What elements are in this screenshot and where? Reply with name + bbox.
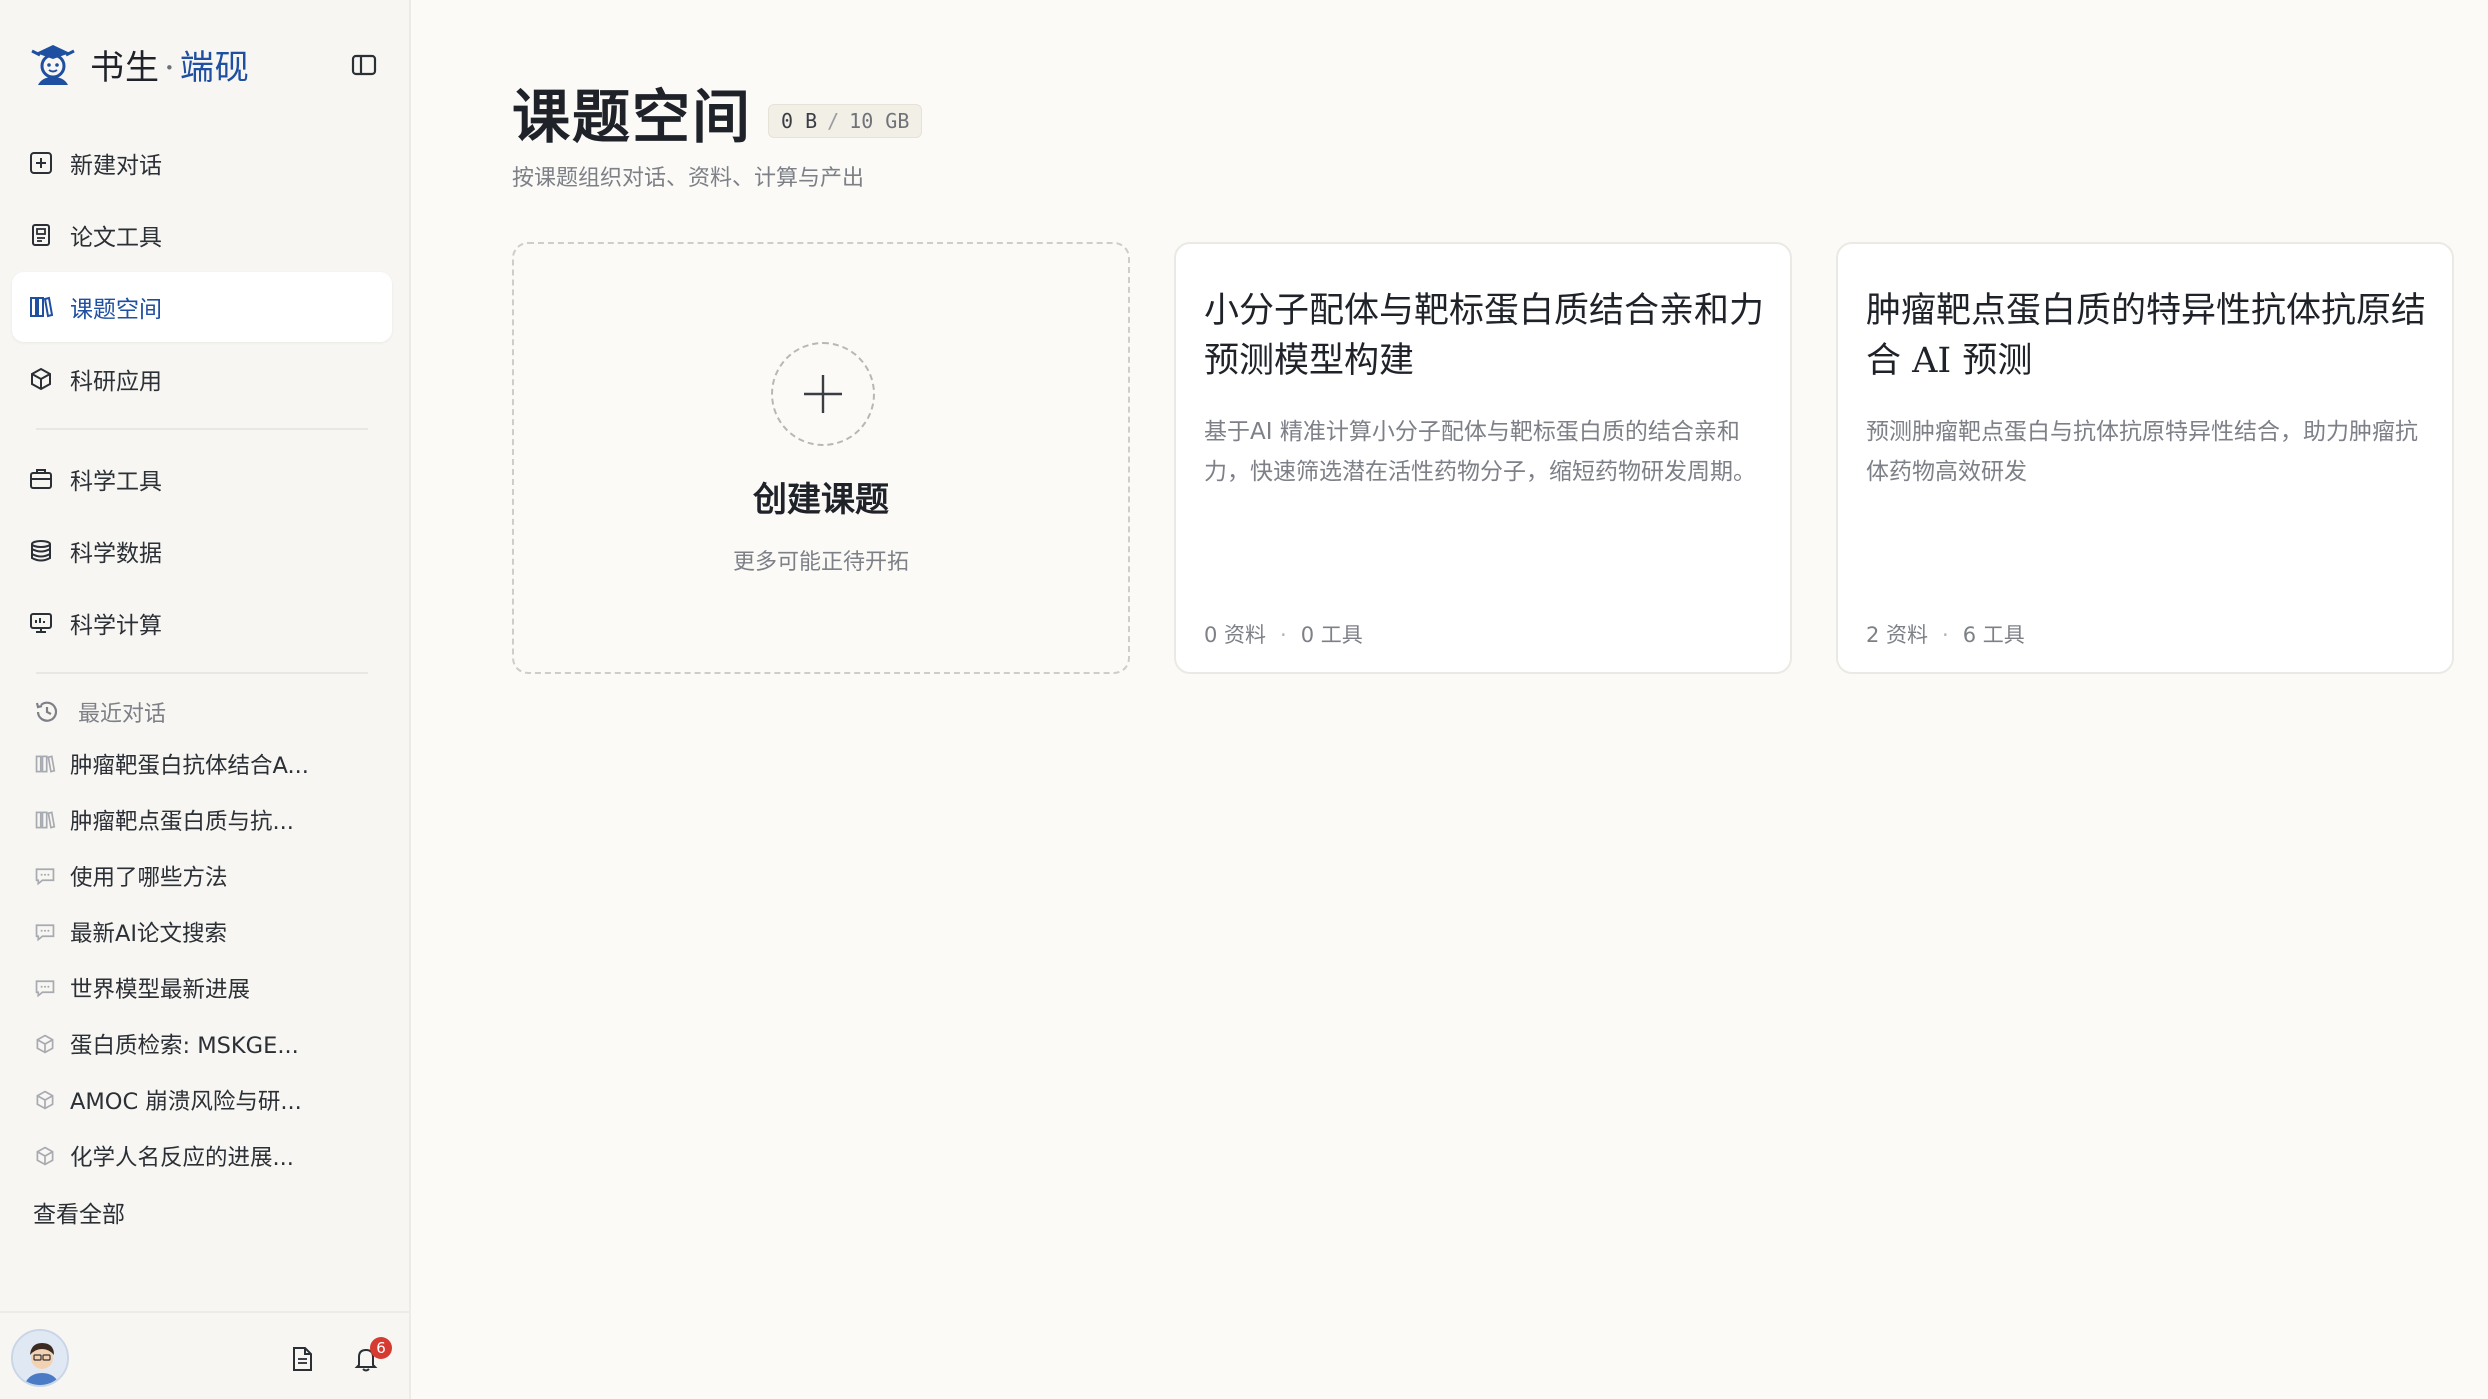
brand-accent: 端砚 bbox=[179, 47, 250, 88]
nav-label: 课题空间 bbox=[70, 297, 162, 323]
nav-science-compute[interactable]: 科学计算 bbox=[12, 588, 392, 658]
notifications-button[interactable]: 6 bbox=[346, 1337, 392, 1379]
recent-chat-item[interactable]: 化学人名反应的进展... bbox=[12, 1128, 392, 1184]
brand-main: 书生 bbox=[90, 47, 160, 88]
create-project-subtitle: 更多可能正待开拓 bbox=[732, 550, 909, 575]
history-icon bbox=[32, 697, 62, 727]
user-avatar[interactable] bbox=[11, 1329, 69, 1387]
toolbox-icon bbox=[26, 464, 56, 494]
cube-icon bbox=[32, 1087, 58, 1113]
recent-chat-label: AMOC 崩溃风险与研... bbox=[70, 1089, 302, 1115]
books-icon bbox=[32, 751, 58, 777]
database-icon bbox=[26, 536, 56, 566]
file-icon bbox=[293, 1347, 312, 1371]
nav-new-chat[interactable]: 新建对话 bbox=[12, 128, 392, 198]
meta-dot: · bbox=[1942, 623, 1949, 647]
plus-icon bbox=[804, 375, 842, 413]
notification-badge: 6 bbox=[370, 1337, 392, 1359]
docs-button[interactable] bbox=[282, 1339, 322, 1379]
recent-chat-label: 蛋白质检索: MSKGE... bbox=[70, 1033, 299, 1059]
storage-total: 10 GB bbox=[849, 109, 910, 133]
project-tools-count: 6 工具 bbox=[1962, 623, 2025, 647]
project-tools-count: 0 工具 bbox=[1300, 623, 1363, 647]
view-all-link[interactable]: 查看全部 bbox=[12, 1184, 392, 1240]
document-icon bbox=[26, 220, 56, 250]
storage-used: 0 B bbox=[781, 109, 818, 133]
avatar-icon bbox=[13, 1331, 67, 1385]
chat-icon bbox=[32, 919, 58, 945]
recent-chat-item[interactable]: 世界模型最新进展 bbox=[12, 960, 392, 1016]
plus-square-icon bbox=[26, 148, 56, 178]
chat-icon bbox=[32, 863, 58, 889]
project-description: 预测肿瘤靶点蛋白与抗体抗原特异性结合，助力肿瘤抗体药物高效研发 bbox=[1866, 419, 2418, 485]
recent-chat-item[interactable]: 蛋白质检索: MSKGE... bbox=[12, 1016, 392, 1072]
project-meta: 0 资料 · 0 工具 bbox=[1204, 619, 1363, 649]
create-project-title: 创建课题 bbox=[753, 480, 889, 520]
nav-project-space[interactable]: 课题空间 bbox=[12, 272, 392, 342]
books-icon bbox=[26, 292, 56, 322]
cube-icon bbox=[32, 1143, 58, 1169]
recent-chat-item[interactable]: 肿瘤靶蛋白抗体结合A... bbox=[12, 736, 392, 792]
recent-chat-item[interactable]: 最新AI论文搜索 bbox=[12, 904, 392, 960]
scholar-logo-icon bbox=[31, 45, 75, 85]
nav-research-apps[interactable]: 科研应用 bbox=[12, 344, 392, 414]
nav-divider bbox=[36, 672, 368, 674]
recent-chat-label: 化学人名反应的进展... bbox=[70, 1145, 294, 1171]
brand-separator: · bbox=[164, 47, 176, 88]
recent-chat-item[interactable]: AMOC 崩溃风险与研... bbox=[12, 1072, 392, 1128]
sidebar-footer: 6 bbox=[0, 1311, 411, 1399]
storage-usage-badge: 0 B / 10 GB bbox=[768, 104, 923, 138]
recent-chat-label: 肿瘤靶蛋白抗体结合A... bbox=[70, 753, 309, 779]
nav-science-data[interactable]: 科学数据 bbox=[12, 516, 392, 586]
cube-icon bbox=[32, 1031, 58, 1057]
nav-label: 科学工具 bbox=[70, 469, 162, 495]
nav-paper-tools[interactable]: 论文工具 bbox=[12, 200, 392, 270]
project-description: 基于AI 精准计算小分子配体与靶标蛋白质的结合亲和力，快速筛选潜在活性药物分子，… bbox=[1204, 419, 1756, 485]
cube-icon bbox=[26, 364, 56, 394]
create-project-card[interactable]: 创建课题 更多可能正待开拓 bbox=[512, 242, 1130, 674]
sidebar-nav: 新建对话 论文工具 课题空间 科研应用 科学工具 科学数据 科学计算 最近对话 … bbox=[12, 128, 392, 1240]
nav-label: 论文工具 bbox=[70, 225, 162, 251]
main-content: 课题空间 0 B / 10 GB 按课题组织对话、资料、计算与产出 创建课题 更… bbox=[412, 0, 2488, 1399]
sidebar: 书生 · 端砚 新建对话 论文工具 课题空间 科研应用 科学工具 科学数据 科学… bbox=[0, 0, 411, 1399]
project-materials-count: 2 资料 bbox=[1866, 623, 1929, 647]
nav-science-tools[interactable]: 科学工具 bbox=[12, 444, 392, 514]
plus-button[interactable] bbox=[771, 342, 875, 446]
books-icon bbox=[32, 807, 58, 833]
nav-divider bbox=[36, 428, 368, 430]
nav-label: 新建对话 bbox=[70, 153, 162, 179]
recent-chat-label: 肿瘤靶点蛋白质与抗... bbox=[70, 809, 294, 835]
project-meta: 2 资料 · 6 工具 bbox=[1866, 619, 2025, 649]
brand-name: 书生 · 端砚 bbox=[90, 40, 250, 89]
sidebar-collapse-button[interactable] bbox=[347, 48, 381, 82]
recent-chat-label: 使用了哪些方法 bbox=[70, 865, 228, 891]
project-materials-count: 0 资料 bbox=[1204, 623, 1267, 647]
nav-label: 科学数据 bbox=[70, 541, 162, 567]
nav-label: 科研应用 bbox=[70, 369, 162, 395]
recent-chat-item[interactable]: 使用了哪些方法 bbox=[12, 848, 392, 904]
storage-separator: / bbox=[827, 109, 840, 133]
recent-chat-label: 最新AI论文搜索 bbox=[70, 921, 228, 947]
chat-icon bbox=[32, 975, 58, 1001]
recent-chats-title: 最近对话 bbox=[78, 702, 167, 727]
monitor-icon bbox=[26, 608, 56, 638]
project-title: 肿瘤靶点蛋白质的特异性抗体抗原结合 AI 预测 bbox=[1866, 291, 2427, 381]
sidebar-toggle-icon bbox=[351, 54, 377, 76]
project-card[interactable]: 小分子配体与靶标蛋白质结合亲和力预测模型构建 基于AI 精准计算小分子配体与靶标… bbox=[1174, 242, 1792, 674]
project-title: 小分子配体与靶标蛋白质结合亲和力预测模型构建 bbox=[1204, 291, 1765, 381]
recent-chats-header: 最近对话 bbox=[12, 688, 392, 736]
recent-chat-item[interactable]: 肿瘤靶点蛋白质与抗... bbox=[12, 792, 392, 848]
brand-logo[interactable]: 书生 · 端砚 bbox=[28, 36, 383, 92]
project-card[interactable]: 肿瘤靶点蛋白质的特异性抗体抗原结合 AI 预测 预测肿瘤靶点蛋白与抗体抗原特异性… bbox=[1836, 242, 2454, 674]
nav-label: 科学计算 bbox=[70, 613, 162, 639]
meta-dot: · bbox=[1280, 623, 1287, 647]
page-subtitle: 按课题组织对话、资料、计算与产出 bbox=[512, 166, 865, 191]
recent-chat-label: 世界模型最新进展 bbox=[70, 977, 251, 1003]
page-title: 课题空间 bbox=[512, 83, 753, 151]
